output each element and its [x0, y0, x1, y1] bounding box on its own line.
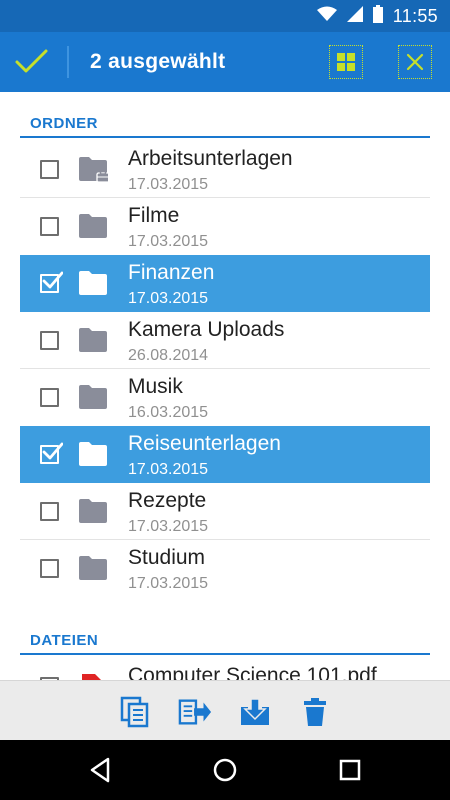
- nav-back-button[interactable]: [84, 754, 116, 786]
- folder-name: Studium: [128, 546, 206, 569]
- screen: 11:55 2 ausgewählt ORDNER Arbeitsunterla…: [0, 0, 450, 800]
- folder-name: Rezepte: [128, 489, 207, 512]
- close-icon: [406, 53, 424, 71]
- status-bar: 11:55: [0, 0, 450, 32]
- download-icon: [241, 698, 269, 725]
- download-button[interactable]: [238, 695, 272, 729]
- folder-date: 17.03.2015: [128, 518, 209, 535]
- folder-icon: [78, 441, 108, 467]
- folder-name: Filme: [128, 204, 180, 227]
- copy-button[interactable]: [118, 695, 152, 729]
- folder-row[interactable]: Filme 17.03.2015: [20, 198, 430, 255]
- recents-icon: [339, 759, 361, 781]
- folder-row[interactable]: Musik 16.03.2015: [20, 369, 430, 426]
- row-checkbox[interactable]: [40, 502, 59, 521]
- folder-row[interactable]: Reiseunterlagen 17.03.2015: [20, 426, 430, 483]
- delete-button[interactable]: [298, 695, 332, 729]
- folder-row[interactable]: Kamera Uploads 26.08.2014: [20, 312, 430, 369]
- row-checkbox[interactable]: [40, 217, 59, 236]
- folder-date: 26.08.2014: [128, 347, 209, 364]
- folder-date: 17.03.2015: [128, 290, 209, 307]
- nav-recents-button[interactable]: [334, 754, 366, 786]
- file-row[interactable]: Computer Science 101.pdf: [20, 658, 430, 680]
- file-name: Computer Science 101.pdf: [128, 664, 377, 680]
- row-checkbox[interactable]: [40, 160, 59, 179]
- shared-folder-icon: [78, 156, 110, 183]
- signal-icon: [346, 5, 363, 27]
- row-checkbox[interactable]: [40, 331, 59, 350]
- action-bar-divider: [67, 46, 69, 78]
- folder-row[interactable]: Arbeitsunterlagen 17.03.2015: [20, 141, 430, 198]
- folder-date: 16.03.2015: [128, 404, 209, 421]
- section-title-folders: ORDNER: [30, 115, 99, 132]
- folder-icon: [78, 498, 108, 524]
- back-icon: [90, 757, 110, 783]
- folder-row[interactable]: Rezepte 17.03.2015: [20, 483, 430, 540]
- folder-name: Musik: [128, 375, 183, 398]
- navigation-bar: [0, 740, 450, 800]
- folder-name: Kamera Uploads: [128, 318, 285, 341]
- folder-icon: [78, 327, 108, 353]
- section-title-files: DATEIEN: [30, 632, 99, 649]
- selection-count-title: 2 ausgewählt: [90, 50, 226, 73]
- row-checkbox[interactable]: [40, 442, 63, 464]
- check-icon: [15, 49, 48, 73]
- folder-date: 17.03.2015: [128, 176, 209, 193]
- folder-name: Finanzen: [128, 261, 215, 284]
- folder-date: 17.03.2015: [128, 575, 209, 592]
- folder-date: 17.03.2015: [128, 461, 209, 478]
- done-button[interactable]: [14, 45, 50, 79]
- trash-icon: [304, 698, 326, 726]
- grid-icon: [337, 53, 355, 71]
- folder-date: 17.03.2015: [128, 233, 209, 250]
- folder-icon: [78, 555, 108, 581]
- row-checkbox[interactable]: [40, 271, 63, 293]
- folder-row[interactable]: Finanzen 17.03.2015: [20, 255, 430, 312]
- nav-home-button[interactable]: [209, 754, 241, 786]
- folder-icon: [78, 384, 108, 410]
- row-checkbox[interactable]: [40, 559, 59, 578]
- file-list[interactable]: ORDNER Arbeitsunterlagen 17.03.2015 Filme 1…: [0, 92, 450, 680]
- section-header-files: DATEIEN: [20, 609, 430, 655]
- home-icon: [213, 758, 237, 782]
- folder-name: Reiseunterlagen: [128, 432, 281, 455]
- bottom-toolbar: [0, 680, 450, 740]
- folder-icon: [78, 213, 108, 239]
- wifi-icon: [316, 6, 337, 27]
- move-button[interactable]: [178, 695, 212, 729]
- folder-icon: [78, 270, 108, 296]
- status-time: 11:55: [392, 5, 438, 26]
- folder-row[interactable]: Studium 17.03.2015: [20, 540, 430, 597]
- section-header-folders: ORDNER: [20, 92, 430, 138]
- cancel-selection-button[interactable]: [398, 45, 432, 79]
- pdf-file-icon: [78, 673, 108, 680]
- move-icon: [178, 699, 212, 725]
- battery-icon: [372, 4, 383, 28]
- select-all-button[interactable]: [329, 45, 363, 79]
- copy-icon: [120, 696, 149, 728]
- folder-name: Arbeitsunterlagen: [128, 147, 293, 170]
- row-checkbox[interactable]: [40, 388, 59, 407]
- action-bar: 2 ausgewählt: [0, 32, 450, 92]
